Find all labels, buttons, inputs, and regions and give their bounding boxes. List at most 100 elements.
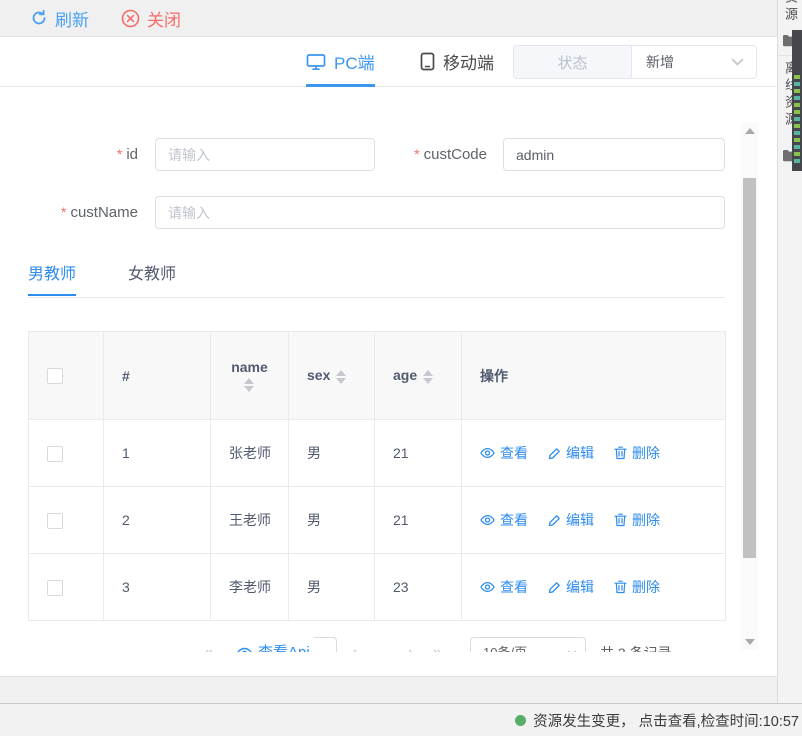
- last-page-button[interactable]: »: [433, 637, 442, 652]
- view-link[interactable]: 查看: [480, 510, 528, 530]
- custname-input[interactable]: [155, 196, 725, 229]
- view-link[interactable]: 查看: [480, 443, 528, 463]
- status-select-value: 新增: [646, 52, 674, 72]
- eye-icon: [236, 647, 253, 653]
- delete-link[interactable]: 删除: [614, 510, 660, 530]
- app-window: 刷新 关闭 PC端 移动端 状态 新增: [0, 0, 802, 736]
- teacher-tabs: 男教师 女教师: [28, 256, 725, 298]
- select-all-checkbox[interactable]: [47, 368, 63, 384]
- cell-sex: 男: [289, 554, 375, 621]
- cell-age: 21: [375, 420, 462, 487]
- sort-icon[interactable]: [423, 370, 433, 384]
- refresh-label: 刷新: [55, 6, 89, 31]
- active-tab-underline: [28, 294, 76, 296]
- monitor-icon: [306, 53, 326, 71]
- view-link[interactable]: 查看: [480, 577, 528, 597]
- vertical-scrollbar[interactable]: [741, 123, 758, 650]
- id-input[interactable]: [155, 138, 375, 171]
- close-circle-icon: [121, 9, 140, 28]
- status-message[interactable]: 资源发生变更， 点击查看,检查时间:10:57: [533, 710, 799, 731]
- tab-female-teacher[interactable]: 女教师: [128, 257, 176, 297]
- pencil-icon: [548, 514, 561, 527]
- view-api-label: 查看Api: [258, 637, 310, 652]
- minimap-change-marks: [794, 75, 800, 163]
- sort-icon[interactable]: [244, 378, 254, 392]
- col-header-ops: 操作: [462, 332, 726, 420]
- cell-index: 1: [104, 420, 211, 487]
- delete-link[interactable]: 删除: [614, 443, 660, 463]
- col-header-index: #: [104, 332, 211, 420]
- first-page-button[interactable]: «: [204, 637, 213, 652]
- custcode-input[interactable]: [503, 138, 725, 171]
- cell-name: 王老师: [211, 487, 289, 554]
- trash-icon: [614, 446, 627, 460]
- sort-icon[interactable]: [336, 370, 346, 384]
- cell-sex: 男: [289, 487, 375, 554]
- edit-link[interactable]: 编辑: [548, 577, 594, 597]
- page-size-select[interactable]: 10条/页: [470, 637, 586, 652]
- edit-link[interactable]: 编辑: [548, 443, 594, 463]
- next-page-button[interactable]: ›: [408, 637, 413, 652]
- refresh-button[interactable]: 刷新: [30, 6, 89, 31]
- active-tab-underline: [306, 84, 375, 87]
- delete-link[interactable]: 删除: [614, 577, 660, 597]
- required-asterisk: *: [414, 146, 419, 162]
- form-preview-panel: *id *custCode *custName 男教师 女教师: [0, 88, 777, 676]
- tab-pc[interactable]: PC端: [306, 37, 375, 86]
- pencil-icon: [548, 447, 561, 460]
- scroll-down-arrow-icon[interactable]: [741, 634, 758, 650]
- status-widget: 状态 新增: [513, 45, 757, 79]
- cell-name: 张老师: [211, 420, 289, 487]
- row-checkbox[interactable]: [47, 513, 63, 529]
- prev-page-icon[interactable]: ‹: [352, 637, 357, 652]
- rail-item-label: 资源: [778, 0, 802, 24]
- tab-male-teacher[interactable]: 男教师: [28, 257, 76, 297]
- view-api-button[interactable]: 查看Api: [232, 637, 314, 652]
- page-size-value: 10条/页: [483, 637, 527, 652]
- mobile-phone-icon: [420, 52, 435, 71]
- close-label: 关闭: [147, 6, 181, 31]
- trash-icon: [614, 513, 627, 527]
- cell-index: 2: [104, 487, 211, 554]
- required-asterisk: *: [117, 146, 122, 162]
- table-row: 3 李老师 男 23 查看 编辑 删除: [29, 554, 726, 621]
- row-checkbox[interactable]: [47, 580, 63, 596]
- top-toolbar: 刷新 关闭: [0, 0, 777, 37]
- tab-mobile-label: 移动端: [443, 49, 494, 74]
- scroll-viewport: *id *custCode *custName 男教师 女教师: [0, 88, 777, 652]
- field-label-id: *id: [36, 138, 138, 171]
- pencil-icon: [548, 581, 561, 594]
- cell-name: 李老师: [211, 554, 289, 621]
- scrollbar-thumb[interactable]: [743, 178, 756, 558]
- chevron-down-icon: [731, 58, 744, 66]
- cell-sex: 男: [289, 420, 375, 487]
- tab-pc-label: PC端: [334, 49, 375, 74]
- col-header-name[interactable]: name: [211, 332, 289, 420]
- device-tab-bar: PC端 移动端 状态 新增: [0, 37, 777, 87]
- field-label-custcode: *custCode: [380, 138, 487, 171]
- required-asterisk: *: [61, 204, 66, 220]
- bottom-gray-band: [0, 676, 777, 703]
- cell-age: 23: [375, 554, 462, 621]
- eye-icon: [480, 514, 495, 526]
- scroll-up-arrow-icon[interactable]: [741, 123, 758, 139]
- col-header-sex[interactable]: sex: [289, 332, 375, 420]
- refresh-icon: [30, 9, 48, 27]
- cell-age: 21: [375, 487, 462, 554]
- tab-mobile[interactable]: 移动端: [420, 37, 494, 86]
- status-bar: 资源发生变更， 点击查看,检查时间:10:57: [0, 703, 802, 736]
- total-records-text: 共 3 条记录: [600, 637, 672, 652]
- minimap-scroll-strip[interactable]: [792, 30, 802, 171]
- edit-link[interactable]: 编辑: [548, 510, 594, 530]
- table-row: 1 张老师 男 21 查看 编辑 删除: [29, 420, 726, 487]
- teacher-table: # name sex age 操作 1 张老师 男 21: [28, 331, 726, 621]
- col-header-age[interactable]: age: [375, 332, 462, 420]
- table-header-row: # name sex age 操作: [29, 332, 726, 420]
- cell-index: 3: [104, 554, 211, 621]
- status-select[interactable]: 新增: [631, 45, 757, 79]
- close-button[interactable]: 关闭: [121, 6, 181, 31]
- green-status-dot-icon: [515, 715, 526, 726]
- row-checkbox[interactable]: [47, 446, 63, 462]
- field-label-custname: *custName: [20, 196, 138, 229]
- status-addon-label: 状态: [513, 45, 631, 79]
